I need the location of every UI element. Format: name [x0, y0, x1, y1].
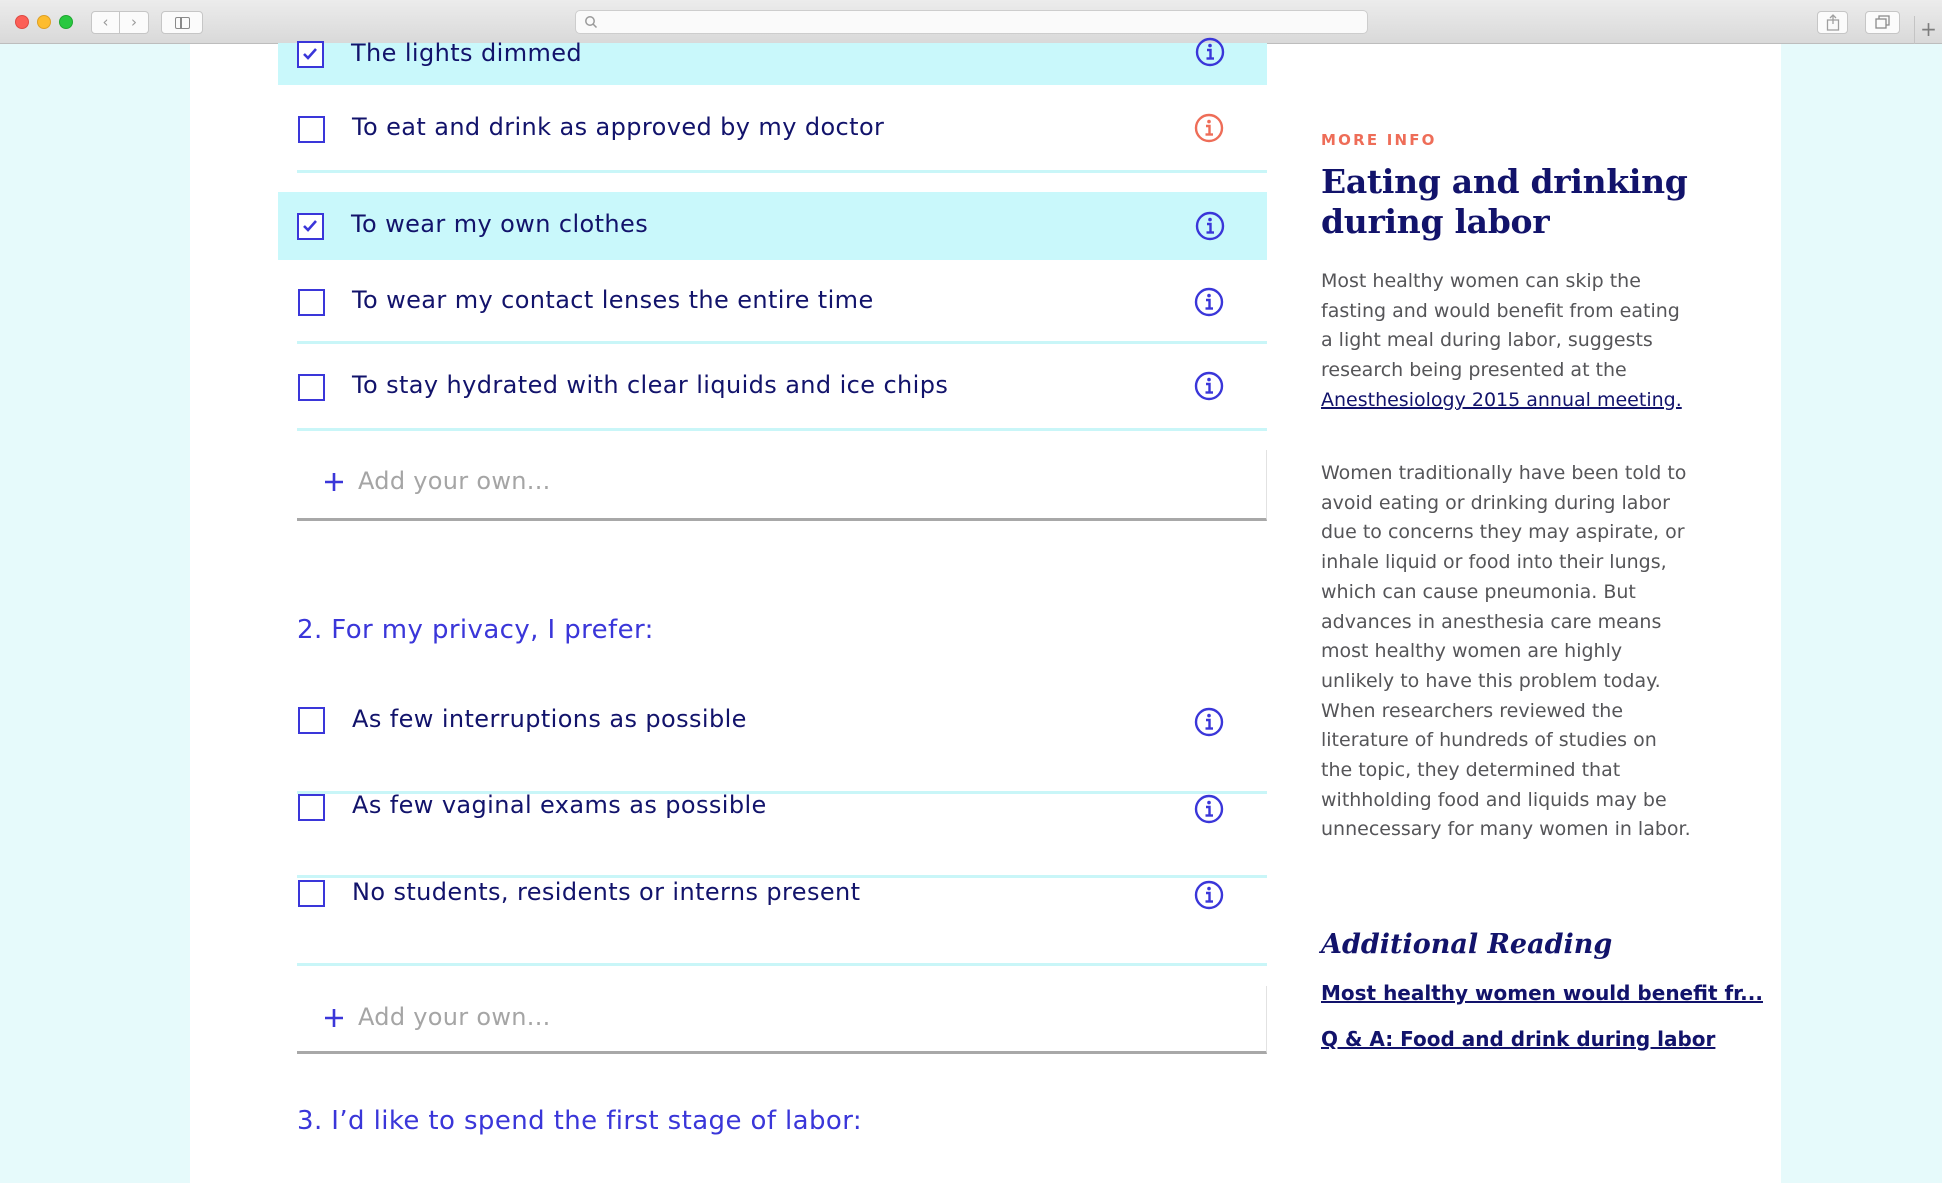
- info-title: Eating and drinking during labor: [1321, 162, 1688, 241]
- info-icon[interactable]: [1194, 707, 1224, 737]
- checkbox[interactable]: [298, 794, 325, 821]
- list-item[interactable]: To eat and drink as approved by my docto…: [297, 85, 1267, 173]
- info-icon[interactable]: [1194, 371, 1224, 401]
- add-your-own-placeholder: Add your own...: [358, 467, 551, 495]
- checkmark-icon: [303, 220, 317, 232]
- more-info-label: MORE INFO: [1321, 131, 1437, 149]
- item-label: To wear my contact lenses the entire tim…: [352, 286, 874, 314]
- info-icon[interactable]: [1195, 211, 1225, 241]
- info-icon[interactable]: [1194, 880, 1224, 910]
- forward-button[interactable]: ›: [120, 11, 149, 34]
- info-paragraph: Most healthy women can skip the fasting …: [1321, 267, 1691, 416]
- list-item[interactable]: The lights dimmed: [278, 37, 1267, 85]
- zoom-window-button[interactable]: [59, 15, 73, 29]
- info-icon[interactable]: [1194, 287, 1224, 317]
- section-heading: 3. I’d like to spend the first stage of …: [297, 1106, 862, 1136]
- new-tab-button[interactable]: +: [1914, 16, 1942, 44]
- sidebar-toggle-button[interactable]: [161, 11, 203, 34]
- info-icon[interactable]: [1195, 37, 1225, 67]
- add-your-own-placeholder: Add your own...: [358, 1003, 551, 1031]
- add-your-own-input[interactable]: Add your own...: [297, 450, 1267, 521]
- plus-icon: [325, 1009, 343, 1027]
- checkbox[interactable]: [298, 707, 325, 734]
- list-item[interactable]: As few vaginal exams as possible: [297, 791, 1267, 878]
- chevron-right-icon: ›: [131, 13, 137, 31]
- additional-reading-link[interactable]: Q & A: Food and drink during labor: [1321, 1027, 1715, 1051]
- info-paragraph: Women traditionally have been told to av…: [1321, 462, 1691, 841]
- share-button[interactable]: [1817, 11, 1848, 34]
- sidebar-icon: [175, 17, 190, 29]
- info-paragraph-text: Most healthy women can skip the fasting …: [1321, 270, 1680, 382]
- share-icon: [1826, 14, 1839, 31]
- page-content: The lights dimmed To eat and drink as ap…: [190, 37, 1781, 1183]
- checkbox[interactable]: [298, 289, 325, 316]
- plus-icon: [325, 473, 343, 491]
- checkbox[interactable]: [298, 116, 325, 143]
- minimize-window-button[interactable]: [37, 15, 51, 29]
- list-item[interactable]: No students, residents or interns presen…: [297, 878, 1267, 966]
- show-tabs-button[interactable]: [1865, 11, 1900, 34]
- section-heading: 2. For my privacy, I prefer:: [297, 615, 654, 645]
- list-item[interactable]: To wear my own clothes: [278, 192, 1267, 260]
- checkbox-checked[interactable]: [297, 213, 324, 240]
- list-item[interactable]: To wear my contact lenses the entire tim…: [297, 260, 1267, 344]
- anesthesiology-meeting-link[interactable]: Anesthesiology 2015 annual meeting.: [1321, 389, 1682, 411]
- additional-reading-heading: Additional Reading: [1321, 929, 1613, 960]
- item-label: To wear my own clothes: [351, 210, 649, 238]
- checkbox[interactable]: [298, 880, 325, 907]
- item-label: To eat and drink as approved by my docto…: [352, 113, 885, 141]
- item-label: No students, residents or interns presen…: [352, 878, 861, 906]
- browser-toolbar: ‹ › +: [0, 0, 1942, 44]
- additional-reading-link[interactable]: Most healthy women would benefit fr...: [1321, 981, 1763, 1005]
- info-icon[interactable]: [1194, 794, 1224, 824]
- item-label: As few interruptions as possible: [352, 705, 747, 733]
- plus-icon: +: [1920, 17, 1937, 41]
- list-item[interactable]: As few interruptions as possible: [297, 705, 1267, 794]
- search-icon: [585, 16, 598, 29]
- back-button[interactable]: ‹: [91, 11, 120, 34]
- close-window-button[interactable]: [15, 15, 29, 29]
- item-label: The lights dimmed: [351, 39, 583, 67]
- checkmark-icon: [303, 48, 317, 60]
- tabs-icon: [1874, 15, 1890, 29]
- address-bar[interactable]: [575, 10, 1368, 34]
- item-label: As few vaginal exams as possible: [352, 791, 767, 819]
- checkbox-checked[interactable]: [297, 41, 324, 68]
- list-item[interactable]: To stay hydrated with clear liquids and …: [297, 344, 1267, 431]
- info-icon-active[interactable]: [1194, 113, 1224, 143]
- item-label: To stay hydrated with clear liquids and …: [352, 371, 949, 399]
- chevron-left-icon: ‹: [102, 13, 109, 31]
- add-your-own-input[interactable]: Add your own...: [297, 986, 1267, 1054]
- checkbox[interactable]: [298, 374, 325, 401]
